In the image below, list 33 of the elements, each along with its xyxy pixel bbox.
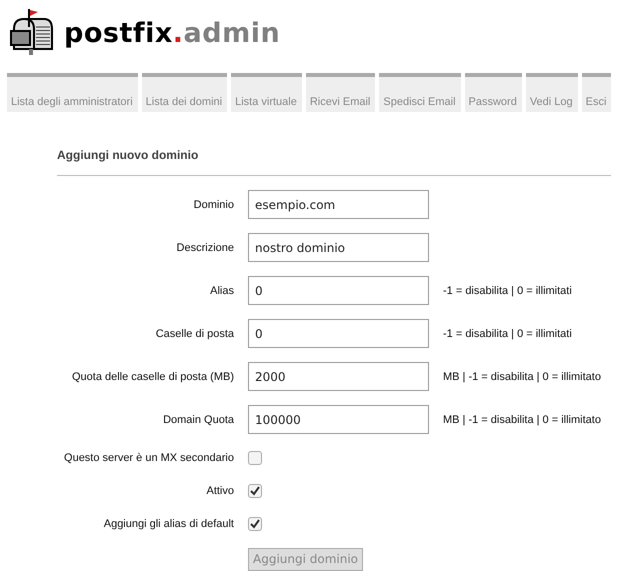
mailbox-icon [8, 9, 54, 57]
nav-tab[interactable]: Lista degli amministratori [7, 73, 138, 112]
field-label: Domain Quota [162, 414, 234, 426]
checkbox[interactable] [248, 516, 262, 530]
nav-tab[interactable]: Lista virtuale [231, 73, 302, 112]
input-field[interactable]: esempio.com [248, 190, 429, 219]
field-hint: MB | -1 = disabilita | 0 = illimitato [443, 370, 602, 382]
nav-tab[interactable]: Lista dei domini [142, 73, 228, 112]
input-field[interactable]: 0 [248, 276, 429, 305]
field-label: Alias [209, 284, 234, 296]
nav-tab[interactable]: Ricevi Email [306, 73, 376, 112]
nav-tab[interactable]: Spedisci Email [379, 73, 461, 112]
form-title: Aggiungi nuovo dominio [57, 148, 611, 176]
nav-tab[interactable]: Password [464, 73, 522, 112]
field-hint: -1 = disabilita | 0 = illimitati [443, 328, 573, 340]
field-label: Dominio [192, 198, 234, 210]
field-label: Caselle di posta [154, 328, 234, 340]
input-field[interactable]: 2000 [248, 362, 429, 391]
field-hint: MB | -1 = disabilita | 0 = illimitato [443, 414, 602, 426]
input-field[interactable]: 0 [248, 319, 429, 348]
field-label: Descrizione [176, 242, 234, 254]
field-hint: -1 = disabilita | 0 = illimitati [443, 284, 573, 296]
checkbox[interactable] [248, 484, 262, 498]
checkbox[interactable] [248, 450, 262, 464]
nav-tab[interactable]: Esci [582, 73, 612, 112]
field-label: Quota delle caselle di posta (MB) [70, 370, 234, 382]
nav-tab[interactable]: Vedi Log [526, 73, 578, 112]
input-field[interactable]: nostro dominio [248, 233, 429, 262]
input-field[interactable]: 100000 [248, 405, 429, 434]
field-label: Attivo [205, 484, 234, 496]
field-label: Aggiungi gli alias di default [102, 518, 234, 530]
field-label: Questo server è un MX secondario [63, 452, 234, 464]
logo-text: postfix.admin [64, 18, 280, 48]
